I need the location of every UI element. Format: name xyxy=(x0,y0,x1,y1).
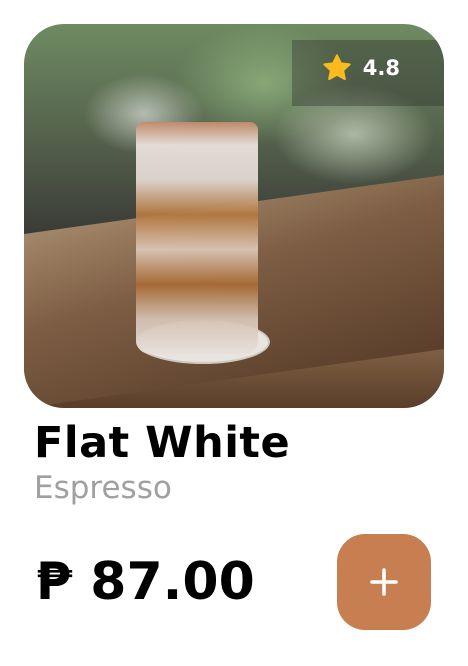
plus-icon xyxy=(370,568,398,596)
star-icon xyxy=(323,54,351,81)
rating-value: 4.8 xyxy=(362,56,400,80)
product-category: Espresso xyxy=(34,470,172,506)
product-price: ₱ 87.00 xyxy=(36,552,255,612)
product-name: Flat White xyxy=(34,418,291,468)
product-image: 4.8 xyxy=(24,24,444,408)
add-to-cart-button[interactable] xyxy=(337,534,431,630)
coffee-glass xyxy=(136,122,258,354)
rating-badge: 4.8 xyxy=(321,52,400,84)
